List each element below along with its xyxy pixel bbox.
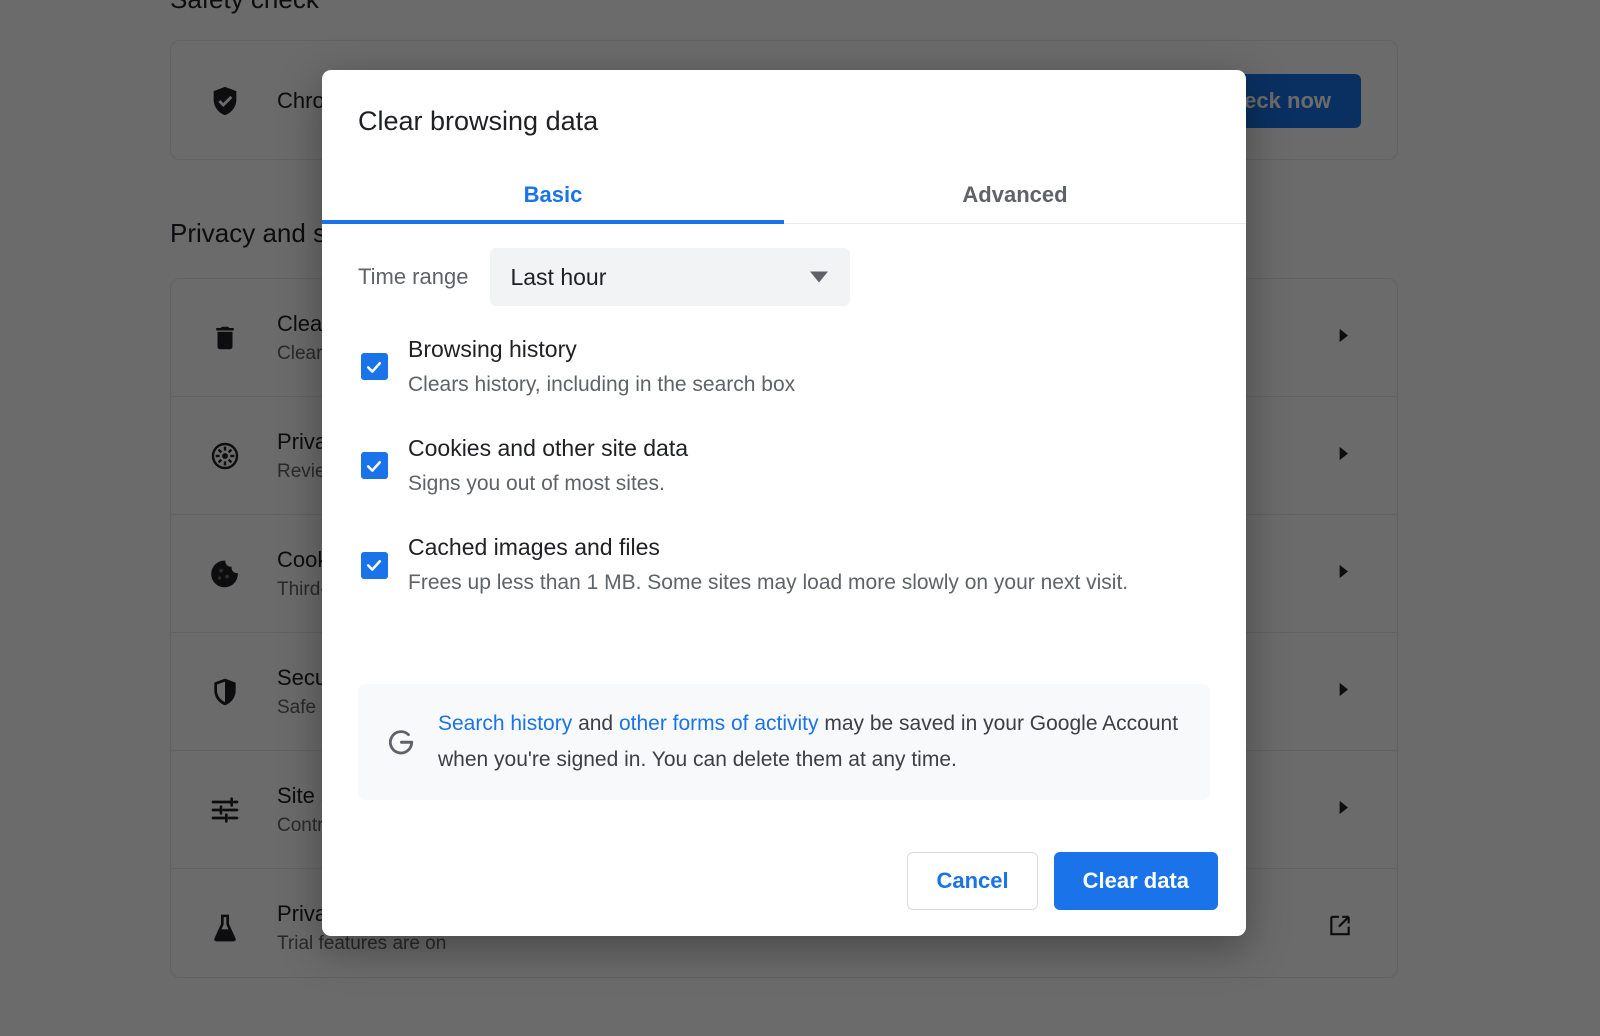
option-cookies[interactable]: Cookies and other site data Signs you ou… [358,431,1214,500]
option-description: Clears history, including in the search … [408,368,1214,402]
options-list: Browsing history Clears history, includi… [358,332,1214,630]
search-history-link[interactable]: Search history [438,712,572,735]
google-account-notice: Search history and other forms of activi… [358,684,1210,800]
time-range-row: Time range Last hour [358,248,850,306]
dialog-title: Clear browsing data [358,106,598,137]
checkbox-checked-icon [361,452,388,479]
checkbox-cookies[interactable] [358,452,390,479]
option-title: Cached images and files [408,530,1214,566]
dialog-tabs: Basic Advanced [322,167,1246,224]
clear-data-button[interactable]: Clear data [1054,852,1218,910]
checkbox-cached-images[interactable] [358,552,390,579]
option-title: Cookies and other site data [408,431,1214,467]
cancel-button[interactable]: Cancel [907,852,1037,910]
option-browsing-history[interactable]: Browsing history Clears history, includi… [358,332,1214,401]
option-cached-images[interactable]: Cached images and files Frees up less th… [358,530,1214,599]
clear-browsing-data-dialog: Clear browsing data Basic Advanced Time … [322,70,1246,936]
checkbox-browsing-history[interactable] [358,353,390,380]
option-description: Frees up less than 1 MB. Some sites may … [408,566,1214,600]
checkbox-checked-icon [361,552,388,579]
time-range-label: Time range [358,264,468,290]
other-activity-link[interactable]: other forms of activity [619,712,819,735]
time-range-select[interactable]: Last hour [490,248,850,306]
notice-mid: and [572,712,619,735]
tab-basic[interactable]: Basic [322,167,784,223]
chevron-down-icon [810,272,828,283]
tab-advanced[interactable]: Advanced [784,167,1246,223]
notice-text: Search history and other forms of activi… [438,706,1186,778]
google-g-icon [382,726,420,758]
dialog-actions: Cancel Clear data [907,852,1218,910]
screen: Safety check Chrome can help keep you sa… [0,0,1600,1036]
time-range-value: Last hour [510,264,606,291]
option-description: Signs you out of most sites. [408,467,1214,501]
checkbox-checked-icon [361,353,388,380]
option-title: Browsing history [408,332,1214,368]
